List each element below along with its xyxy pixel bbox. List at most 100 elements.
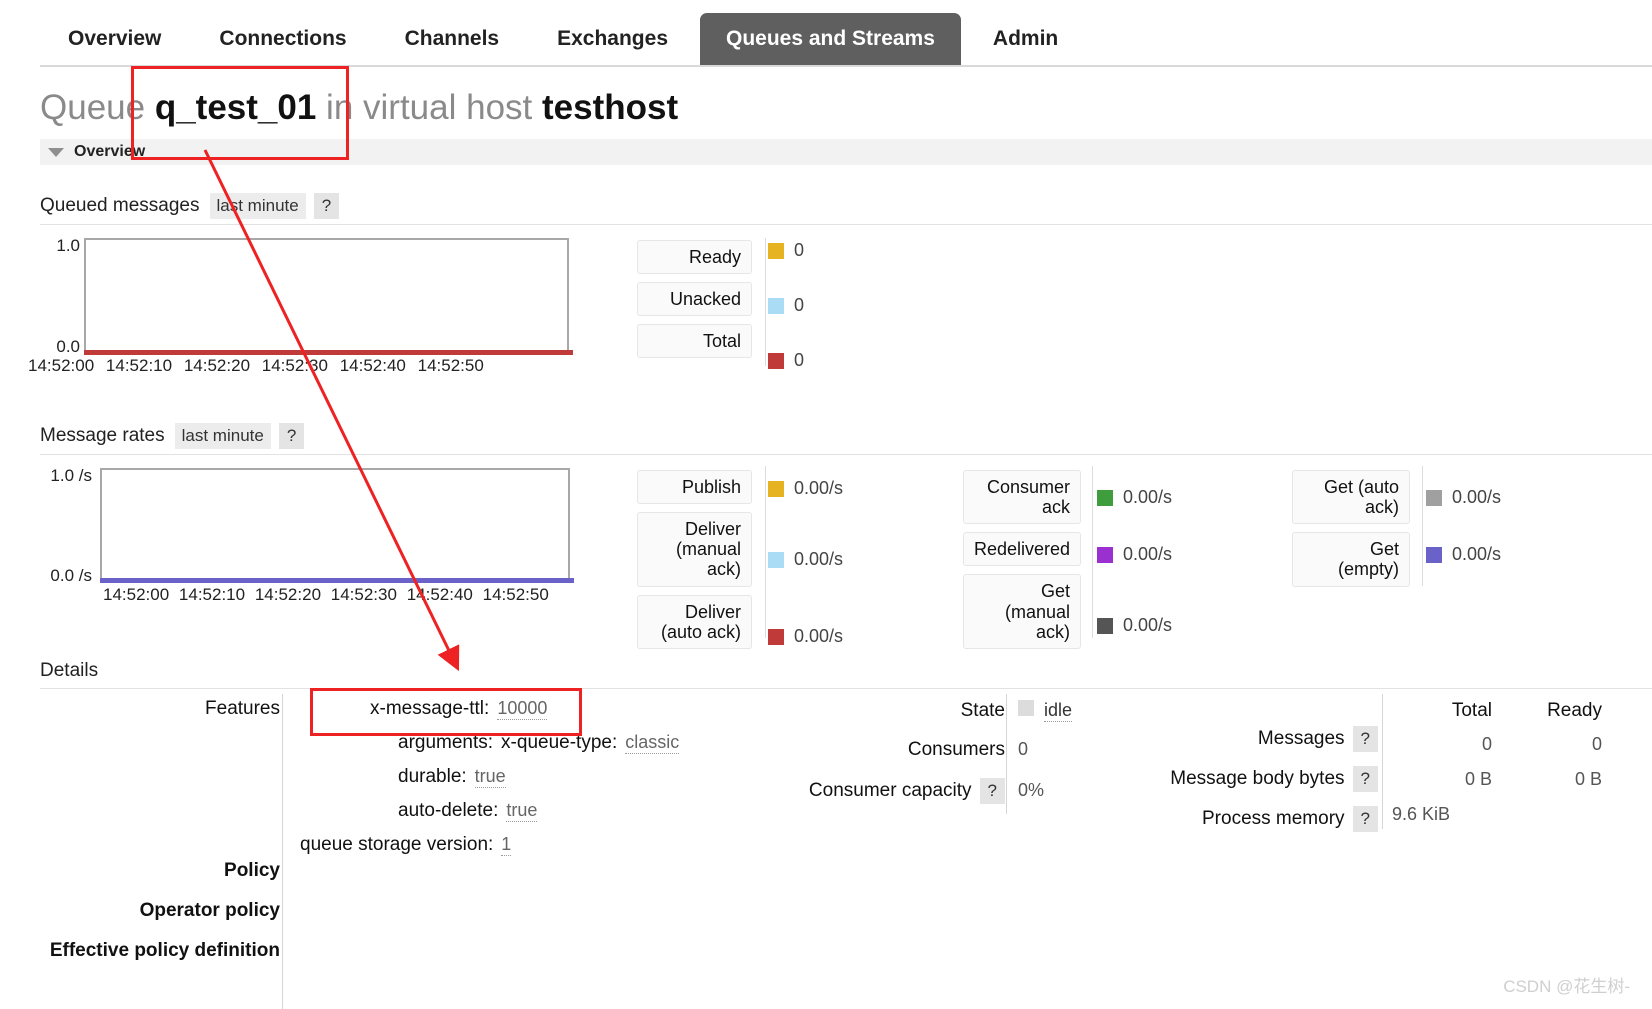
process-memory-label: Process memory (1202, 808, 1345, 829)
nav-tab-channels[interactable]: Channels (379, 13, 526, 66)
message-body-bytes-help-icon[interactable]: ? (1352, 766, 1378, 792)
queued-messages-range-pill[interactable]: last minute (209, 193, 306, 219)
legend-value-deliver-auto-ack: 0.00/s (768, 626, 843, 647)
x-tick: 14:52:40 (339, 356, 406, 375)
legend-label-total[interactable]: Total (637, 324, 752, 359)
color-swatch-get-auto-icon (1426, 489, 1442, 506)
legend-value-text: 0 (794, 240, 805, 260)
legend-col1-divider (765, 466, 766, 638)
message-rates-title: Message rates (40, 425, 165, 446)
stats-column-divider (1382, 694, 1383, 829)
legend-label-get-manual-ack[interactable]: Get (manual ack) (963, 574, 1081, 649)
messages-ready-value: 0 (1591, 734, 1602, 754)
legend-value-text: 0.00/s (1452, 487, 1502, 507)
message-body-bytes-label: Message body bytes (1170, 768, 1345, 789)
messages-label: Messages (1257, 728, 1345, 749)
features-values-column: x-message-ttl: 10000 arguments: x-queue-… (300, 698, 730, 868)
legend-label-publish[interactable]: Publish (637, 470, 752, 505)
x-tick: 14:52:00 (28, 356, 95, 375)
consumer-capacity-label: Consumer capacity (808, 780, 972, 801)
x-tick: 14:52:40 (406, 585, 473, 604)
legend-label-get-auto-ack[interactable]: Get (auto ack) (1292, 470, 1410, 525)
overview-section-label: Overview (74, 143, 146, 160)
legend-value-unacked: 0 (768, 295, 804, 316)
features-column-divider (282, 694, 283, 1009)
color-swatch-ready-icon (768, 242, 784, 259)
message-rates-range-pill[interactable]: last minute (174, 423, 271, 449)
nav-tab-overview[interactable]: Overview (42, 13, 187, 66)
state-column-divider (1006, 694, 1007, 814)
feature-row-x-message-ttl: x-message-ttl: 10000 (300, 698, 730, 720)
stats-row-process-memory-values: 9.6 KiB (1392, 804, 1632, 825)
message-body-bytes-total-value: 0 B (1464, 769, 1492, 789)
policy-labels-column: Policy Operator policy Effective policy … (40, 860, 280, 970)
stats-col-ready-header: Ready (1547, 700, 1602, 721)
color-swatch-publish-icon (768, 480, 784, 497)
color-swatch-deliver-auto-icon (768, 628, 784, 645)
consumer-capacity-help-icon[interactable]: ? (979, 778, 1005, 804)
legend-value-deliver-manual-ack: 0.00/s (768, 549, 843, 570)
queued-messages-total-series-line (84, 350, 573, 355)
color-swatch-unacked-icon (768, 297, 784, 314)
x-tick: 14:52:10 (178, 585, 246, 604)
queued-messages-x-axis: 14:52:00 14:52:10 14:52:20 14:52:30 14:5… (28, 356, 484, 376)
color-swatch-deliver-manual-icon (768, 551, 784, 568)
feature-row-durable: durable: true (300, 766, 730, 788)
legend-label-deliver-auto-ack[interactable]: Deliver (auto ack) (637, 594, 752, 649)
legend-label-consumer-ack[interactable]: Consumer ack (963, 470, 1081, 525)
feature-key-durable: durable: (398, 766, 467, 787)
process-memory-total-value: 9.6 KiB (1392, 804, 1451, 824)
legend-label-unacked[interactable]: Unacked (637, 282, 752, 317)
queued-messages-header: Queued messages last minute ? (40, 193, 1652, 219)
operator-policy-label-row: Operator policy (40, 900, 280, 922)
process-memory-help-icon[interactable]: ? (1352, 806, 1378, 832)
queued-messages-help-icon[interactable]: ? (313, 193, 340, 219)
x-tick: 14:52:50 (482, 585, 549, 604)
consumer-capacity-value: 0% (1018, 780, 1045, 800)
page-title-middle: in virtual host (326, 88, 533, 127)
effective-policy-definition-label: Effective policy definition (49, 940, 280, 961)
legend-label-ready[interactable]: Ready (637, 240, 752, 275)
x-tick: 14:52:10 (105, 356, 173, 375)
messages-help-icon[interactable]: ? (1352, 726, 1378, 752)
legend-value-text: 0 (794, 295, 805, 315)
feature-key-auto-delete: auto-delete: (398, 800, 499, 821)
feature-row-arguments: arguments: x-queue-type: classic (300, 732, 730, 754)
legend-value-consumer-ack: 0.00/s (1097, 487, 1172, 508)
legend-label-redelivered[interactable]: Redelivered (963, 532, 1081, 567)
legend-col2-divider (1092, 466, 1093, 638)
legend-value-publish: 0.00/s (768, 478, 843, 499)
state-label-row: State (760, 700, 1005, 722)
color-swatch-get-manual-icon (1097, 617, 1113, 634)
message-rates-plot-area (100, 468, 574, 583)
legend-value-text: 0.00/s (1123, 615, 1173, 635)
x-tick: 14:52:30 (261, 356, 328, 375)
nav-tab-exchanges[interactable]: Exchanges (531, 13, 694, 66)
consumers-label-row: Consumers (760, 739, 1005, 761)
overview-section-header[interactable]: Overview (40, 139, 1652, 165)
messages-total-value: 0 (1481, 734, 1492, 754)
policy-label: Policy (224, 860, 280, 881)
legend-label-deliver-manual-ack[interactable]: Deliver (manual ack) (637, 512, 752, 587)
feature-row-auto-delete: auto-delete: true (300, 800, 730, 822)
stats-row-process-memory-label: Process memory ? (1150, 806, 1378, 832)
message-rates-help-icon[interactable]: ? (278, 423, 305, 449)
state-label: State (960, 700, 1005, 721)
nav-tab-connections[interactable]: Connections (193, 13, 372, 66)
message-rates-series-line (100, 578, 574, 583)
details-section-title: Details (40, 660, 99, 681)
queued-messages-y-min: 0.0 (56, 337, 80, 356)
queued-messages-y-max: 1.0 (56, 236, 80, 255)
csdn-watermark: CSDN @花生树- (1503, 977, 1630, 996)
operator-policy-label: Operator policy (139, 900, 280, 921)
consumer-capacity-label-row: Consumer capacity ? (760, 778, 1005, 804)
nav-tab-admin[interactable]: Admin (967, 13, 1084, 66)
legend-label-get-empty[interactable]: Get (empty) (1292, 532, 1410, 587)
nav-tab-queues-and-streams[interactable]: Queues and Streams (700, 12, 961, 66)
queued-messages-plot-area (84, 238, 573, 355)
legend-value-text: 0.00/s (794, 626, 844, 646)
legend-value-get-empty: 0.00/s (1426, 544, 1501, 565)
message-rates-y-min: 0.0 /s (50, 566, 92, 585)
color-swatch-get-empty-icon (1426, 546, 1442, 563)
stats-row-messages-label: Messages ? (1150, 726, 1378, 752)
